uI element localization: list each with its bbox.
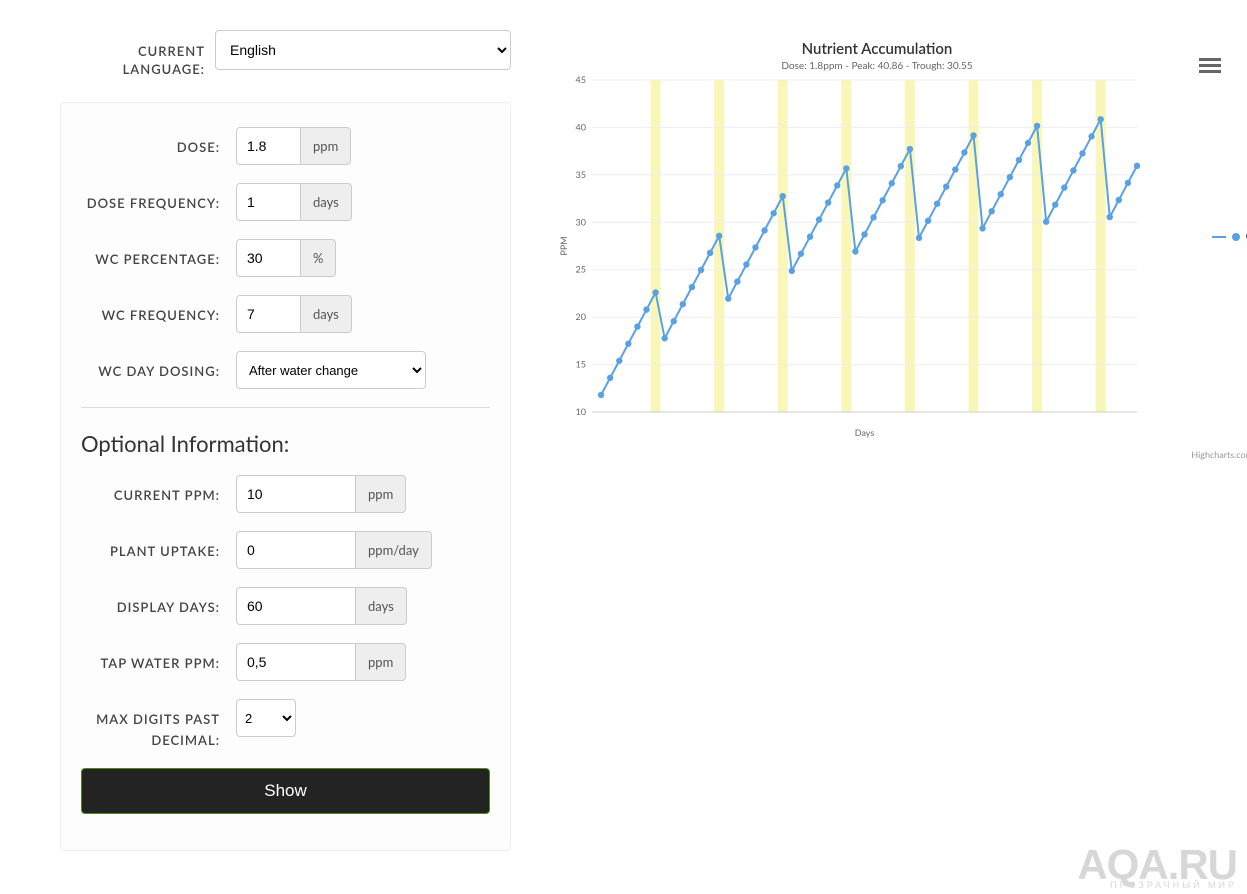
max-digits-select[interactable]: 2: [236, 699, 296, 737]
plant-uptake-input[interactable]: [236, 531, 356, 569]
chart-legend[interactable]: C: [1212, 230, 1247, 243]
svg-text:30: 30: [576, 216, 586, 227]
svg-text:45: 45: [576, 74, 586, 85]
dose-freq-label: DOSE FREQUENCY:: [81, 183, 236, 213]
dose-freq-input[interactable]: [236, 183, 301, 221]
chart-menu-icon[interactable]: [1199, 58, 1221, 74]
svg-text:35: 35: [576, 169, 586, 180]
svg-text:10: 10: [576, 406, 586, 417]
svg-text:15: 15: [576, 359, 586, 370]
language-select[interactable]: English: [215, 30, 511, 70]
plant-uptake-label: PLANT UPTAKE:: [81, 531, 236, 561]
wc-pct-input[interactable]: [236, 239, 301, 277]
wc-day-dosing-select[interactable]: After water change: [236, 351, 426, 389]
wc-day-dosing-label: WC DAY DOSING:: [81, 351, 236, 381]
wc-freq-unit: days: [301, 295, 352, 333]
chart-plot: 10 15 20 25 30 35 40 45 Days PPM: [557, 72, 1147, 442]
chart-title: Nutrient Accumulation: [557, 40, 1197, 58]
wc-pct-unit: %: [301, 239, 336, 277]
svg-text:25: 25: [576, 264, 586, 275]
svg-text:Days: Days: [855, 427, 875, 438]
max-digits-label: MAX DIGITS PAST DECIMAL:: [81, 699, 236, 749]
wc-pct-label: WC PERCENTAGE:: [81, 239, 236, 269]
svg-text:20: 20: [576, 311, 586, 322]
wc-freq-input[interactable]: [236, 295, 301, 333]
dose-input[interactable]: [236, 127, 301, 165]
language-label: CURRENT LANGUAGE:: [60, 30, 215, 78]
display-days-unit: days: [356, 587, 407, 625]
display-days-label: DISPLAY DAYS:: [81, 587, 236, 617]
svg-text:40: 40: [576, 121, 586, 132]
tap-water-label: TAP WATER PPM:: [81, 643, 236, 673]
current-ppm-input[interactable]: [236, 475, 356, 513]
current-ppm-label: CURRENT PPM:: [81, 475, 236, 505]
plant-uptake-unit: ppm/day: [356, 531, 432, 569]
dose-label: DOSE:: [81, 127, 236, 157]
chart-container: Nutrient Accumulation Dose: 1.8ppm - Pea…: [557, 40, 1197, 442]
tap-water-input[interactable]: [236, 643, 356, 681]
divider: [81, 407, 490, 408]
show-button[interactable]: Show: [81, 768, 490, 814]
dose-freq-unit: days: [301, 183, 352, 221]
tap-water-unit: ppm: [356, 643, 406, 681]
form-card: DOSE: ppm DOSE FREQUENCY: days WC PERCEN…: [60, 102, 511, 850]
chart-subtitle: Dose: 1.8ppm - Peak: 40.86 - Trough: 30.…: [557, 60, 1197, 72]
chart-credit: Highcharts.com: [1191, 449, 1247, 460]
current-ppm-unit: ppm: [356, 475, 406, 513]
language-row: CURRENT LANGUAGE: English: [60, 30, 511, 78]
dose-unit: ppm: [301, 127, 351, 165]
display-days-input[interactable]: [236, 587, 356, 625]
optional-title: Optional Information:: [81, 430, 490, 457]
svg-text:PPM: PPM: [558, 236, 569, 255]
wc-freq-label: WC FREQUENCY:: [81, 295, 236, 325]
